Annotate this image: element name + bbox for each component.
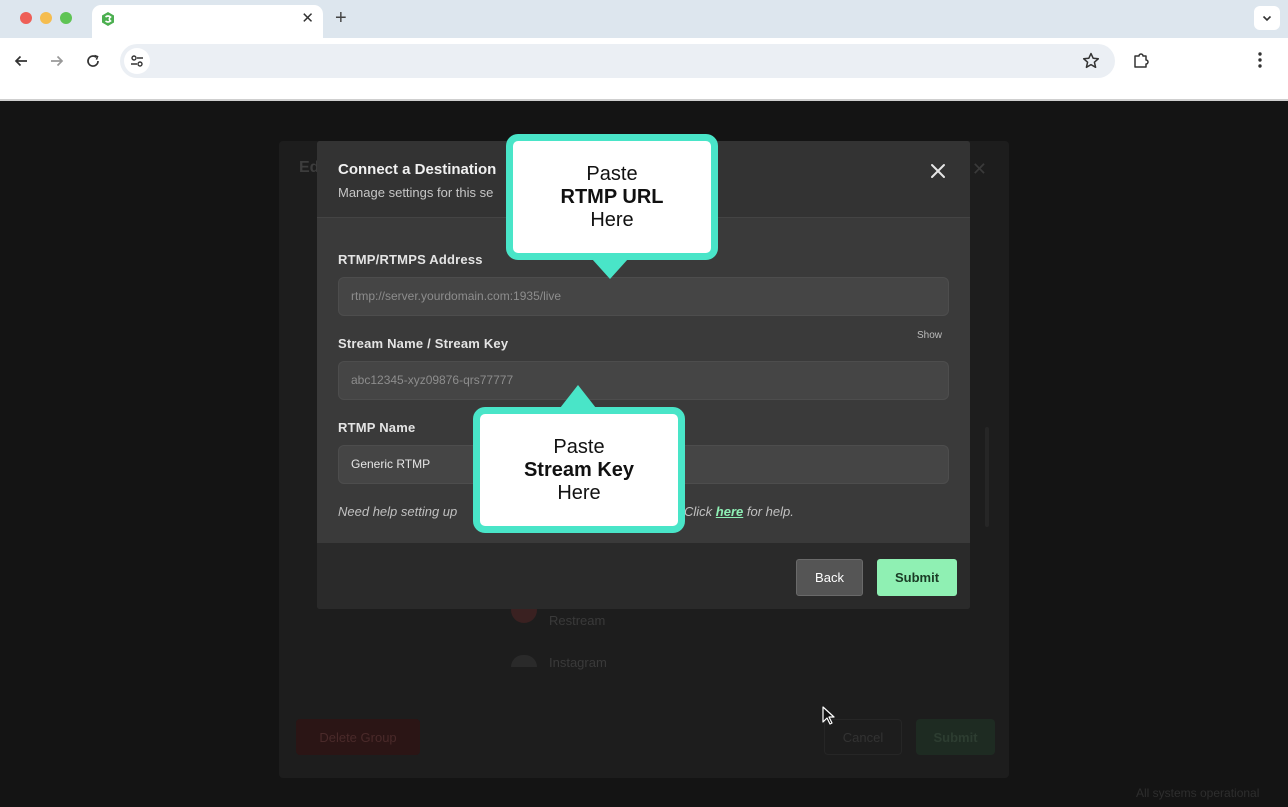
destination-item-instagram[interactable]: Instagram (549, 655, 607, 670)
callout-key-line2: Stream Key (523, 458, 635, 481)
destination-item-restream[interactable]: Restream (549, 613, 605, 628)
reload-button[interactable] (82, 50, 104, 72)
rtmp-url-callout: Paste RTMP URL Here (506, 134, 718, 260)
show-key-toggle[interactable]: Show (917, 330, 942, 341)
tune-icon (131, 55, 143, 67)
modal-close-icon[interactable] (927, 160, 949, 182)
tab-search-button[interactable] (1254, 6, 1280, 30)
mouse-cursor-icon (822, 706, 835, 725)
bookmark-star-icon[interactable] (1081, 51, 1101, 71)
callout-key-line1: Paste (553, 435, 605, 458)
modal-subtitle: Manage settings for this se (338, 185, 494, 200)
stream-key-placeholder: abc12345-xyz09876-qrs77777 (351, 373, 514, 387)
stream-key-label: Stream Name / Stream Key (338, 336, 509, 351)
callout-pointer-down (592, 259, 628, 279)
modal-footer: Back Submit (317, 543, 970, 609)
new-tab-button[interactable]: + (335, 8, 347, 28)
instagram-logo-icon (511, 655, 537, 667)
maximize-window-button[interactable] (60, 12, 72, 24)
close-window-button[interactable] (20, 12, 32, 24)
stream-key-callout: Paste Stream Key Here (473, 407, 685, 533)
arrow-right-icon (51, 55, 64, 67)
back-nav-button[interactable] (10, 50, 32, 72)
site-favicon-icon (102, 12, 114, 26)
delete-group-button[interactable]: Delete Group (296, 719, 420, 755)
callout-rtmp-line3: Here (590, 208, 634, 231)
browser-toolbar (0, 38, 1288, 84)
callout-pointer-up (560, 385, 596, 408)
callout-rtmp-line2: RTMP URL (560, 185, 664, 208)
extensions-puzzle-icon[interactable] (1131, 50, 1151, 70)
address-bar[interactable] (120, 44, 1115, 78)
callout-key-line3: Here (557, 481, 601, 504)
help-tail-text: for help. (746, 504, 794, 519)
help-click-text: Click (684, 504, 713, 519)
rtmp-address-label: RTMP/RTMPS Address (338, 252, 483, 267)
tab-close-icon[interactable]: ✕ (301, 11, 314, 27)
edit-group-close-icon[interactable]: ✕ (972, 159, 987, 180)
chevron-down-icon (1262, 15, 1272, 22)
rtmp-address-input[interactable]: rtmp://server.yourdomain.com:1935/live (338, 277, 949, 316)
help-link[interactable]: here (716, 504, 743, 519)
modal-title: Connect a Destination (338, 161, 497, 178)
help-text: Need help setting up (338, 504, 458, 519)
forward-nav-button[interactable] (46, 50, 68, 72)
stream-key-input[interactable]: abc12345-xyz09876-qrs77777 (338, 361, 949, 400)
browser-menu-icon[interactable] (1257, 50, 1263, 70)
browser-tab-bar: ✕ + (0, 0, 1288, 38)
panel-scrollbar[interactable] (985, 427, 989, 527)
status-footer: All systems operational (1136, 786, 1260, 800)
rtmp-name-value: Generic RTMP (351, 457, 431, 471)
reload-icon (87, 54, 99, 67)
browser-tab[interactable]: ✕ (92, 5, 323, 38)
group-submit-button[interactable]: Submit (916, 719, 995, 755)
rtmp-address-placeholder: rtmp://server.yourdomain.com:1935/live (351, 289, 562, 303)
back-button[interactable]: Back (796, 559, 863, 596)
site-settings-button[interactable] (124, 48, 150, 74)
rtmp-name-label: RTMP Name (338, 420, 416, 435)
callout-rtmp-line1: Paste (586, 162, 638, 185)
arrow-left-icon (14, 55, 27, 67)
minimize-window-button[interactable] (40, 12, 52, 24)
bookmarks-bar (0, 84, 1288, 101)
submit-button[interactable]: Submit (877, 559, 957, 596)
help-text-right: Click here for help. (684, 504, 794, 519)
